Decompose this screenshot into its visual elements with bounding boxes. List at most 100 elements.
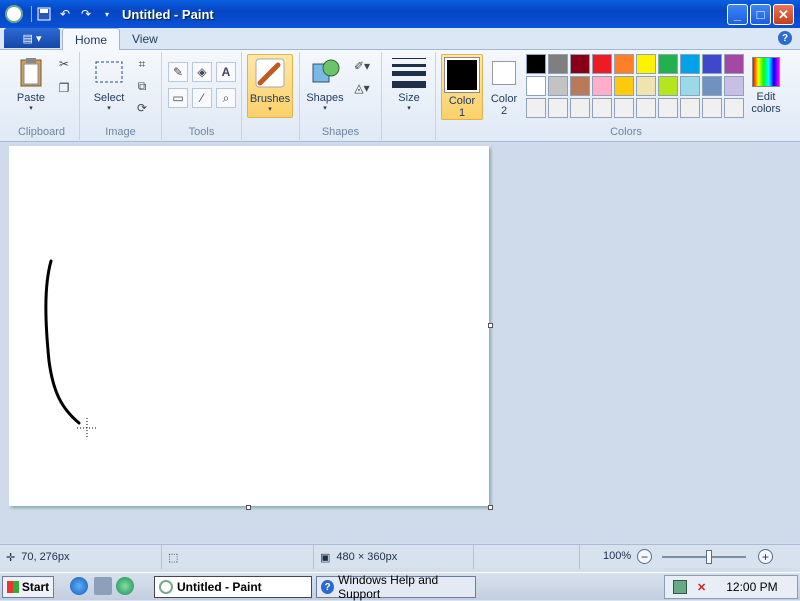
zoom-slider-track[interactable] [662, 556, 746, 558]
cut-icon[interactable]: ✂ [54, 54, 74, 74]
palette-swatch[interactable] [592, 54, 612, 74]
show-desktop-icon[interactable] [94, 577, 112, 595]
palette-swatch[interactable] [614, 54, 634, 74]
magnifier-icon[interactable]: ⌕ [216, 88, 236, 108]
media-player-icon[interactable] [116, 577, 134, 595]
resize-handle-corner[interactable] [488, 505, 493, 510]
resize-handle-bottom[interactable] [246, 505, 251, 510]
paste-button[interactable]: Paste ▾ [8, 54, 54, 118]
palette-swatch[interactable] [658, 54, 678, 74]
fill-icon[interactable]: ◈ [192, 62, 212, 82]
canvas-workspace [0, 143, 800, 543]
selection-size-cell: ⬚ [162, 545, 314, 569]
paint-menu-button[interactable]: ▤ ▾ [4, 28, 60, 48]
ribbon: Paste ▾ ✂ ❐ Clipboard Select ▾ ⌗ ⧉ ⟳ Ima… [0, 50, 800, 142]
edit-colors-button[interactable]: Edit colors [746, 54, 786, 118]
palette-swatch[interactable] [702, 54, 722, 74]
size-dropdown-icon: ▾ [407, 105, 411, 112]
palette-swatch[interactable] [570, 76, 590, 96]
palette-swatch[interactable] [724, 54, 744, 74]
palette-swatch[interactable] [570, 54, 590, 74]
taskbar-help-label: Windows Help and Support [338, 573, 439, 601]
shapes-label: Shapes [306, 92, 344, 104]
palette-swatch[interactable] [526, 98, 546, 118]
quick-access-toolbar: ↶ ↷ ▾ [31, 5, 116, 23]
image-group: Select ▾ ⌗ ⧉ ⟳ Image [80, 52, 162, 140]
network-icon[interactable] [673, 580, 687, 594]
copy-icon[interactable]: ❐ [54, 78, 74, 98]
paint-app-icon[interactable] [5, 5, 23, 23]
taskbar: Start Untitled - Paint ? Windows Help an… [0, 572, 800, 601]
size-group: Size ▾ [382, 52, 436, 140]
selection-size-icon: ⬚ [168, 551, 179, 564]
tab-view[interactable]: View [120, 28, 170, 50]
zoom-out-button[interactable]: − [637, 549, 652, 564]
clock[interactable]: 12:00 PM [726, 580, 777, 594]
start-label: Start [21, 580, 50, 594]
tab-home[interactable]: Home [62, 28, 121, 51]
palette-swatch[interactable] [548, 98, 568, 118]
redo-icon[interactable]: ↷ [77, 5, 95, 23]
paste-icon [20, 58, 42, 87]
maximize-button[interactable]: □ [750, 4, 771, 25]
taskbar-paint-button[interactable]: Untitled - Paint [154, 576, 312, 598]
outline-icon[interactable]: ✐▾ [350, 56, 374, 76]
palette-swatch[interactable] [658, 98, 678, 118]
palette-swatch[interactable] [702, 98, 722, 118]
customize-qat-icon[interactable]: ▾ [98, 5, 116, 23]
resize-icon[interactable]: ⧉ [132, 76, 152, 96]
qat-separator [31, 6, 32, 22]
rotate-icon[interactable]: ⟳ [132, 98, 152, 118]
color1-button[interactable]: Color 1 [441, 54, 483, 120]
palette-swatch[interactable] [548, 54, 568, 74]
palette-swatch[interactable] [636, 98, 656, 118]
internet-explorer-icon[interactable] [70, 577, 88, 595]
help-icon[interactable]: ? [778, 31, 792, 45]
palette-swatch[interactable] [614, 98, 634, 118]
palette-swatch[interactable] [636, 54, 656, 74]
crop-icon[interactable]: ⌗ [132, 54, 152, 74]
taskbar-help-button[interactable]: ? Windows Help and Support [316, 573, 476, 601]
text-icon[interactable]: A [216, 62, 236, 82]
save-icon[interactable] [35, 5, 53, 23]
palette-swatch[interactable] [592, 76, 612, 96]
palette-swatch[interactable] [570, 98, 590, 118]
fill-style-icon[interactable]: ◬▾ [350, 78, 374, 98]
system-tray: ✕ 12:00 PM [664, 575, 798, 599]
palette-swatch[interactable] [680, 76, 700, 96]
palette-swatch[interactable] [724, 98, 744, 118]
start-button[interactable]: Start [2, 576, 54, 598]
color1-swatch [444, 57, 480, 93]
color-picker-icon[interactable]: ⁄ [192, 88, 212, 108]
palette-swatch[interactable] [680, 98, 700, 118]
shapes-button[interactable]: Shapes ▾ [302, 54, 348, 118]
minimize-button[interactable]: _ [727, 4, 748, 25]
color2-button[interactable]: Color 2 [486, 54, 522, 118]
palette-swatch[interactable] [702, 76, 722, 96]
eraser-icon[interactable]: ▭ [168, 88, 188, 108]
title-bar[interactable]: ↶ ↷ ▾ Untitled - Paint _ □ ✕ [0, 0, 800, 28]
brushes-button[interactable]: Brushes ▾ [247, 54, 293, 118]
resize-handle-right[interactable] [488, 323, 493, 328]
volume-muted-icon[interactable]: ✕ [697, 581, 706, 594]
pencil-icon[interactable]: ✎ [168, 62, 188, 82]
shapes-dropdown-icon: ▾ [323, 105, 327, 112]
palette-swatch[interactable] [636, 76, 656, 96]
zoom-in-button[interactable]: + [758, 549, 773, 564]
palette-swatch[interactable] [658, 76, 678, 96]
palette-swatch[interactable] [526, 54, 546, 74]
palette-swatch[interactable] [614, 76, 634, 96]
palette-swatch[interactable] [548, 76, 568, 96]
shapes-group-label: Shapes [321, 126, 360, 138]
size-button[interactable]: Size ▾ [386, 54, 432, 118]
color1-label: Color [448, 95, 476, 107]
drawing-canvas[interactable] [9, 146, 489, 506]
palette-swatch[interactable] [526, 76, 546, 96]
zoom-slider-thumb[interactable] [706, 550, 712, 564]
undo-icon[interactable]: ↶ [56, 5, 74, 23]
palette-swatch[interactable] [592, 98, 612, 118]
select-button[interactable]: Select ▾ [84, 54, 134, 118]
palette-swatch[interactable] [680, 54, 700, 74]
close-button[interactable]: ✕ [773, 4, 794, 25]
palette-swatch[interactable] [724, 76, 744, 96]
